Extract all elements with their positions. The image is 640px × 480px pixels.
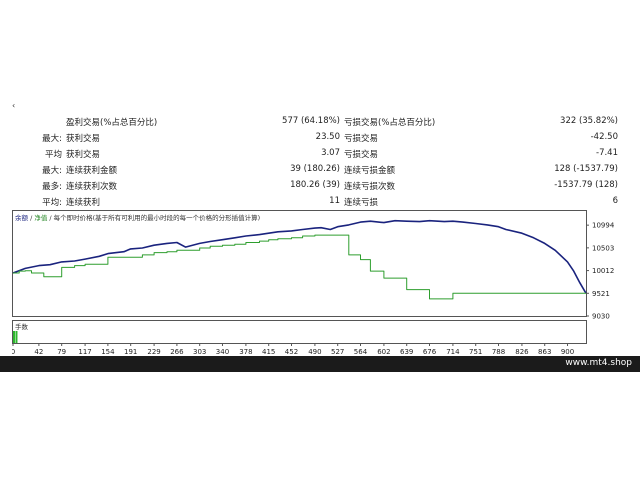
x-tick-label: 42 (34, 348, 43, 356)
stats-label-2: 连续亏损 (344, 198, 379, 208)
stats-label-2: 亏损交易 (344, 150, 379, 160)
stats-row: 平均: 连续获利 11 连续亏损 6 (0, 196, 640, 208)
x-tick-label: 154 (101, 348, 115, 356)
x-tick-label: 751 (469, 348, 482, 356)
x-tick-label: 639 (400, 348, 413, 356)
volume-label: 手数 (15, 322, 29, 331)
stats-value: 11 (329, 196, 340, 206)
stats-prefix: 最大: (42, 134, 62, 144)
stats-value: 23.50 (315, 132, 340, 142)
x-tick-label: 788 (492, 348, 505, 356)
stats-prefix: 平均: (42, 198, 62, 208)
x-tick-label: 863 (538, 348, 551, 356)
stats-label: 盈利交易(%占总百分比) (66, 118, 158, 128)
legend-equity: 净值 (34, 214, 48, 222)
stats-prefix: 最多: (42, 182, 62, 192)
stats-value: 577 (64.18%) (282, 116, 340, 126)
stats-label-2: 亏损交易(%占总百分比) (344, 118, 436, 128)
stats-prefix: 平均 (44, 150, 62, 160)
corner-mark: ‹ (12, 101, 16, 110)
legend-balance: 余额 (15, 214, 28, 222)
stats-value-2: 322 (35.82%) (560, 116, 618, 126)
footer-bar: www.mt4.shop (0, 356, 640, 372)
stats-row: 最多: 连续获利次数 180.26 (39) 连续亏损次数 -1537.79 (… (0, 180, 640, 192)
x-tick-label: 900 (561, 348, 574, 356)
chart-legend: 余额 / 净值 / 每个即时价格(基于所有可利用的最小时段的每一个价格的分形插值… (15, 212, 260, 222)
x-tick-label: 79 (57, 348, 66, 356)
x-tick-label: 266 (170, 348, 184, 356)
x-tick-label: 303 (193, 348, 206, 356)
stats-label-2: 连续亏损金额 (344, 166, 396, 176)
x-tick-label: 378 (239, 348, 252, 356)
stats-label-2: 连续亏损次数 (344, 182, 396, 192)
stats-row: 最大: 连续获利金额 39 (180.26) 连续亏损金额 128 (-1537… (0, 164, 640, 176)
stats-value-2: 6 (612, 196, 618, 206)
x-tick-label: 826 (515, 348, 529, 356)
x-tick-label: 229 (147, 348, 160, 356)
y-tick-label: 9030 (592, 313, 610, 321)
x-tick-label: 564 (354, 348, 368, 356)
x-tick-label: 490 (308, 348, 321, 356)
stats-value-2: -1537.79 (128) (554, 180, 618, 190)
stats-label: 获利交易 (66, 150, 101, 160)
y-tick-label: 9521 (592, 290, 610, 298)
chart-svg: 10994 10503 10012 9521 9030 0 42 79 117 154 191 22… (12, 210, 615, 356)
x-tick-label: 527 (331, 348, 344, 356)
equity-chart: 10994 10503 10012 9521 9030 0 42 79 117 154 191 22… (12, 210, 634, 356)
stats-value: 180.26 (39) (290, 180, 340, 190)
stats-value: 39 (180.26) (290, 164, 340, 174)
stats-row: 平均 获利交易 3.07 亏损交易 -7.41 (0, 148, 640, 160)
x-tick-label: 191 (124, 348, 137, 356)
y-tick-label: 10503 (592, 244, 614, 252)
volume-bar (15, 331, 18, 343)
x-tick-label: 340 (216, 348, 229, 356)
y-axis: 10994 10503 10012 9521 9030 (586, 222, 615, 321)
x-tick-label: 676 (423, 348, 437, 356)
stats-value: 3.07 (321, 148, 340, 158)
main-plot-frame (12, 210, 587, 317)
blank-area-top (0, 0, 640, 106)
legend-description: / 每个即时价格(基于所有可利用的最小时段的每一个价格的分形插值计算) (47, 214, 261, 222)
stats-panel: 盈利交易(%占总百分比) 577 (64.18%) 亏损交易(%占总百分比) 3… (0, 110, 640, 210)
stats-label: 连续获利金额 (66, 166, 118, 176)
volume-plot-frame (12, 320, 587, 344)
stats-row: 最大: 获利交易 23.50 亏损交易 -42.50 (0, 132, 640, 144)
stats-row: 盈利交易(%占总百分比) 577 (64.18%) 亏损交易(%占总百分比) 3… (0, 116, 640, 128)
stats-label-2: 亏损交易 (344, 134, 379, 144)
stats-value-2: 128 (-1537.79) (554, 164, 618, 174)
x-tick-label: 714 (446, 348, 460, 356)
x-axis: 0 42 79 117 154 191 229 266 303 340 378 415 452 490 52… (12, 343, 574, 356)
x-tick-label: 602 (377, 348, 390, 356)
blank-area-bottom (0, 372, 640, 480)
stats-prefix: 最大: (42, 166, 62, 176)
stats-value-2: -7.41 (596, 148, 618, 158)
x-tick-label: 0 (12, 348, 15, 356)
volume-bar (13, 331, 15, 343)
x-tick-label: 452 (285, 348, 298, 356)
x-tick-label: 117 (78, 348, 91, 356)
y-tick-label: 10994 (592, 222, 615, 230)
stats-label: 连续获利 (66, 198, 101, 208)
y-tick-label: 10012 (592, 267, 614, 275)
stats-label: 获利交易 (66, 134, 101, 144)
site-link[interactable]: www.mt4.shop (565, 358, 632, 368)
x-tick-label: 415 (262, 348, 275, 356)
stats-value-2: -42.50 (590, 132, 618, 142)
stats-label: 连续获利次数 (66, 182, 118, 192)
